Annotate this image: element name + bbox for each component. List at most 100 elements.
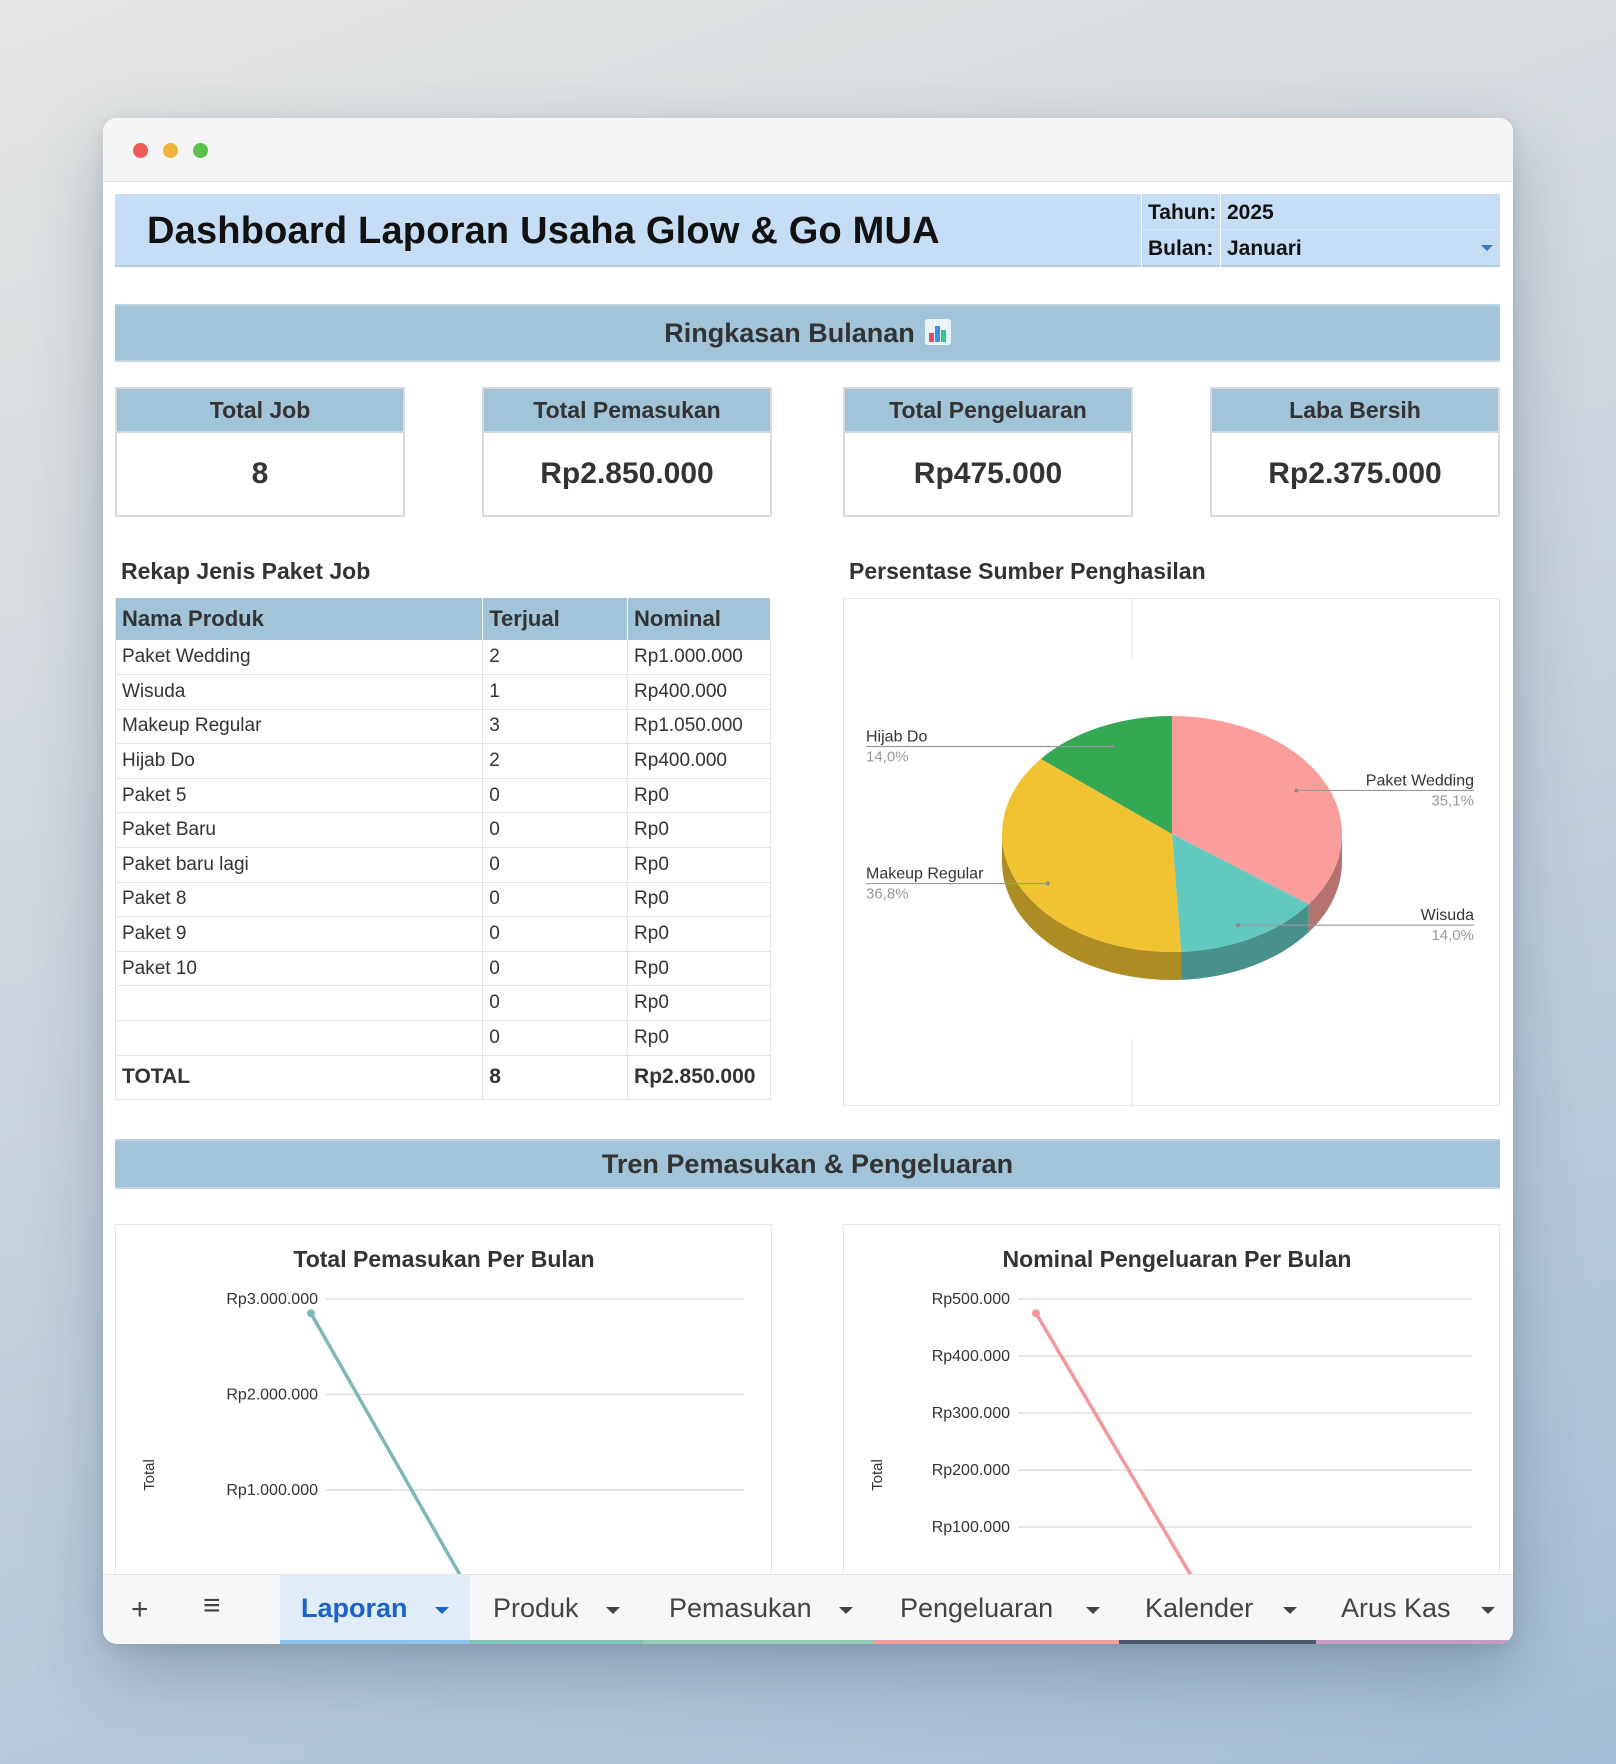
pie-chart: Paket Wedding 35,1% Wisuda 14,0% Makeup Regu… [866,599,1474,1107]
pie-label: Wisuda [1421,907,1474,924]
income-chart-panel[interactable]: Total Pemasukan Per Bulan Total Rp3.000.00… [115,1224,772,1582]
month-row: Bulan: Januari [1142,230,1501,266]
pie-label: Makeup Regular [866,866,984,883]
card-label: Laba Bersih [1212,389,1498,433]
table-cell[interactable]: 3 [482,709,629,745]
table-cell[interactable]: Rp400.000 [627,674,771,710]
table-cell[interactable]: Paket Baru [115,812,484,849]
table-cell[interactable]: Paket 10 [115,951,484,987]
table-cell[interactable]: Rp0 [627,1020,771,1056]
series-line[interactable] [1034,1312,1197,1582]
series-line[interactable] [309,1312,467,1582]
tab-produk[interactable]: Produk [470,1575,643,1644]
add-sheet-icon[interactable]: + [131,1593,149,1627]
pie-percent-label: 14,0% [1431,927,1474,944]
table-row: Paket 9 0 Rp0 [115,916,771,952]
pie-chart-panel[interactable]: Paket Wedding 35,1% Wisuda 14,0% Makeup Regu… [843,598,1500,1107]
chevron-down-icon[interactable] [839,1607,853,1614]
table-cell[interactable]: Paket Wedding [115,640,484,676]
table-cell[interactable]: Rp0 [627,847,771,883]
y-axis-label: Total [141,1459,158,1491]
table-cell[interactable]: Rp400.000 [627,743,771,779]
table-cell[interactable]: Paket 5 [115,778,484,814]
table-cell[interactable]: 0 [482,778,629,814]
column-header[interactable]: Terjual [482,598,629,640]
data-point[interactable] [1032,1309,1040,1318]
table-cell[interactable]: 2 [482,640,629,676]
chart-title: Total Pemasukan Per Bulan [293,1246,594,1272]
data-point[interactable] [307,1309,315,1318]
table-cell[interactable]: Rp0 [627,812,771,849]
table-row: Makeup Regular 3 Rp1.050.000 [115,709,771,745]
table-row: Hijab Do 2 Rp400.000 [115,743,771,779]
table-cell[interactable]: 0 [482,916,629,952]
table-cell[interactable]: 0 [482,812,629,849]
pie-label: Hijab Do [866,728,927,745]
expense-chart-panel[interactable]: Nominal Pengeluaran Per Bulan Total Rp500.… [843,1224,1500,1582]
table-cell[interactable]: 0 [482,882,629,918]
column-header[interactable]: Nominal [627,598,771,640]
table-cell[interactable]: Makeup Regular [115,709,484,745]
table-cell[interactable] [115,1020,484,1056]
tab-label: Pengeluaran [900,1593,1054,1623]
table-row: 0 Rp0 [115,985,771,1022]
card-label: Total Job [117,389,403,433]
tab-laporan[interactable]: Laporan [280,1575,470,1644]
y-tick-label: Rp100.000 [932,1519,1010,1536]
minimize-window-button[interactable] [163,143,178,158]
table-cell[interactable]: Hijab Do [115,743,484,779]
month-dropdown[interactable]: Januari [1227,237,1302,261]
chevron-down-icon[interactable] [1481,245,1493,251]
chevron-down-icon[interactable] [1283,1607,1297,1614]
chevron-down-icon[interactable] [1086,1607,1100,1614]
maximize-window-button[interactable] [193,143,208,158]
table-cell[interactable]: Paket 9 [115,916,484,952]
table-cell[interactable]: 0 [482,847,629,883]
year-value-cell[interactable]: 2025 [1227,201,1274,225]
column-header[interactable]: Nama Produk [115,598,484,640]
tab-label: Laporan [301,1593,408,1623]
table-cell[interactable]: Rp2.850.000 [627,1055,771,1100]
table-cell[interactable]: 8 [482,1055,629,1100]
tab-label: Pemasukan [669,1593,812,1623]
table-cell[interactable]: Wisuda [115,674,484,710]
y-tick-label: Rp500.000 [932,1291,1010,1308]
table-cell[interactable]: 0 [482,951,629,987]
pie-percent-label: 14,0% [866,748,909,765]
chevron-down-icon[interactable] [435,1607,449,1614]
table-row: Paket Baru 0 Rp0 [115,812,771,849]
close-window-button[interactable] [133,143,148,158]
table-cell[interactable]: 1 [482,674,629,710]
table-cell[interactable]: Rp0 [627,985,771,1022]
table-cell[interactable]: Rp0 [627,778,771,814]
table-cell[interactable]: Rp0 [627,916,771,952]
tab-pengeluaran[interactable]: Pengeluaran [874,1575,1119,1644]
y-tick-label: Rp1.000.000 [226,1482,318,1499]
dashboard-header: Dashboard Laporan Usaha Glow & Go MUA Ta… [115,194,1501,267]
y-tick-label: Rp3.000.000 [226,1291,318,1308]
table-cell[interactable]: 0 [482,1020,629,1056]
table-cell[interactable]: Rp0 [627,951,771,987]
table-cell[interactable]: 0 [482,985,629,1022]
table-cell[interactable]: 2 [482,743,629,779]
y-tick-label: Rp200.000 [932,1462,1010,1479]
summary-section-title: Ringkasan Bulanan [664,318,915,348]
tab-kalender[interactable]: Kalender [1119,1575,1316,1644]
table-cell[interactable]: Rp0 [627,882,771,918]
chevron-down-icon[interactable] [606,1607,620,1614]
table-cell[interactable]: Paket 8 [115,882,484,918]
year-label: Tahun: [1148,201,1217,224]
pie-label: Paket Wedding [1366,772,1474,789]
table-cell[interactable] [115,985,484,1022]
chevron-down-icon[interactable] [1481,1607,1495,1614]
tab-arus-kas[interactable]: Arus Kas [1316,1575,1513,1644]
all-sheets-menu-icon[interactable]: ≡ [203,1589,221,1623]
table-cell[interactable]: Rp1.050.000 [627,709,771,745]
tab-pemasukan[interactable]: Pemasukan [643,1575,874,1644]
table-cell[interactable]: Rp1.000.000 [627,640,771,676]
bar-chart-icon [924,318,951,345]
rekap-title: Rekap Jenis Paket Job [121,558,371,584]
table-cell[interactable]: TOTAL [115,1055,484,1100]
table-cell[interactable]: Paket baru lagi [115,847,484,883]
trend-section-header: Tren Pemasukan & Pengeluaran [115,1139,1500,1189]
